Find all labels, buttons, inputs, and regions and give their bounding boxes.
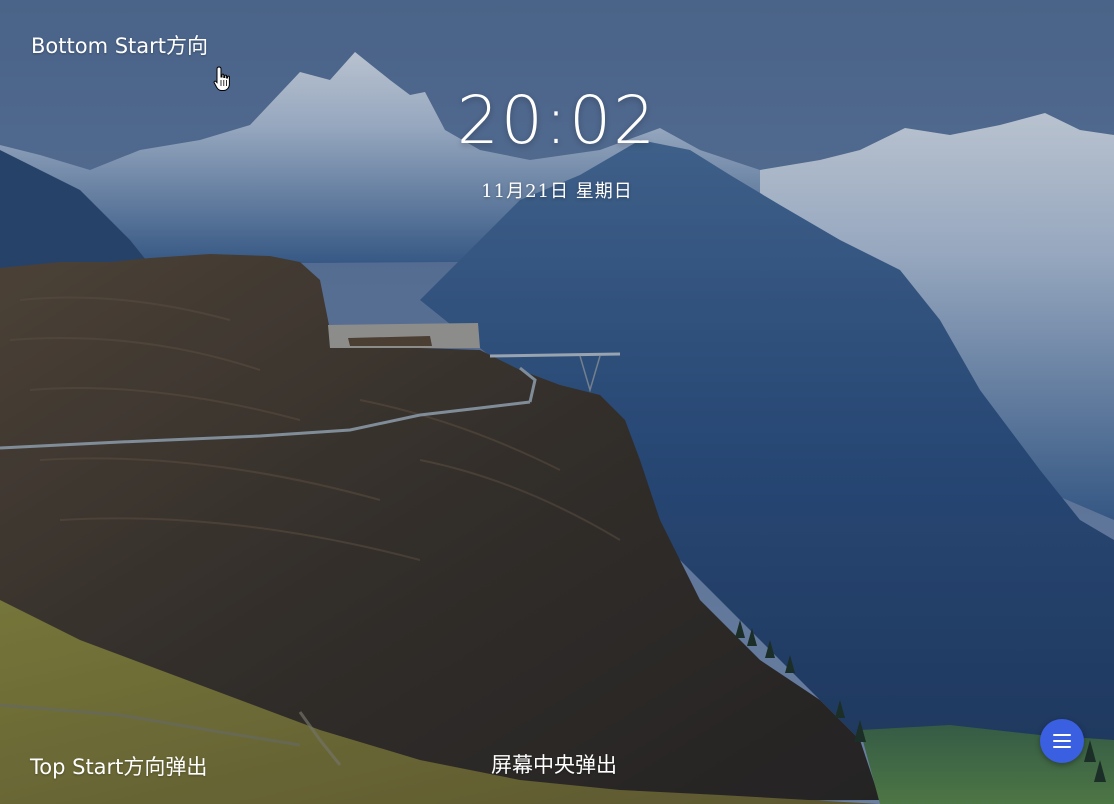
center-popup-trigger[interactable]: 屏幕中央弹出 xyxy=(491,749,617,779)
floating-menu-button[interactable] xyxy=(1040,719,1084,763)
lock-screen: Bottom Start方向 20:02 11月21日 星期日 Top Star… xyxy=(0,0,1114,804)
lock-screen-time: 20:02 xyxy=(456,82,658,159)
top-start-popup-trigger[interactable]: Top Start方向弹出 xyxy=(30,751,207,781)
bottom-start-popup-trigger[interactable]: Bottom Start方向 xyxy=(31,30,208,60)
lock-screen-date: 11月21日 星期日 xyxy=(481,181,633,202)
hand-pointer-cursor-icon xyxy=(213,66,230,91)
